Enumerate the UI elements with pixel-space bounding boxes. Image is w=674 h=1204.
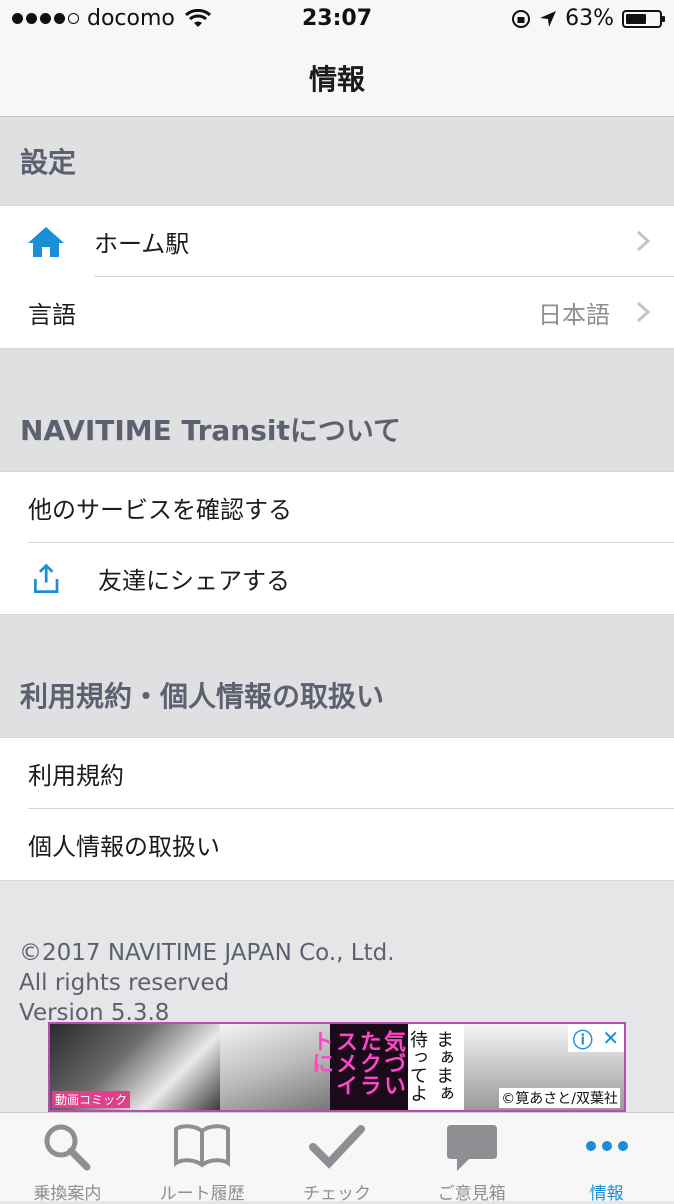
section-header-settings: 設定: [0, 117, 674, 205]
tab-label: 情報: [589, 1184, 624, 1204]
search-icon: [44, 1124, 91, 1171]
ad-close-icon[interactable]: ✕: [602, 1026, 619, 1050]
ad-controls: ⓘ ✕: [568, 1024, 624, 1052]
about-group: 他のサービスを確認する 友達にシェアする: [0, 471, 674, 615]
terms-group: 利用規約 個人情報の取扱い: [0, 737, 674, 881]
settings-list: 設定 ホーム駅 言語 日本語 NAVITIME Transitについて 他のサー…: [0, 117, 674, 881]
tab-label: チェック: [302, 1184, 371, 1204]
ad-headline: 気づいたクラスメイトに: [308, 1024, 408, 1110]
chevron-right-icon: [636, 230, 650, 252]
section-title: 設定: [20, 146, 77, 179]
tab-label: ご意見箱: [437, 1184, 506, 1204]
share-row[interactable]: 友達にシェアする: [0, 543, 674, 614]
language-row[interactable]: 言語 日本語: [0, 277, 674, 348]
location-arrow-icon: [540, 10, 557, 27]
language-label: 言語: [28, 301, 76, 329]
section-title: NAVITIME Transitについて: [20, 414, 402, 447]
chevron-right-icon: [636, 301, 650, 323]
other-services-label: 他のサービスを確認する: [28, 496, 292, 524]
navigation-bar: 情報: [0, 40, 674, 117]
tab-label: ルート履歴: [159, 1184, 245, 1204]
language-value: 日本語: [538, 301, 610, 329]
ad-banner[interactable]: 動画コミック 気づいたクラスメイトに まぁまぁ待ってよ ⓘ ✕ ©筧あさと/双葉…: [48, 1022, 626, 1112]
terms-of-use-label: 利用規約: [28, 762, 124, 790]
status-right: 63%: [511, 6, 665, 31]
battery-percent: 63%: [565, 6, 614, 31]
ad-credit: ©筧あさと/双葉社: [499, 1088, 620, 1108]
rights-text: All rights reserved: [19, 970, 230, 996]
battery-icon: [622, 9, 665, 28]
tab-route-search[interactable]: 乗換案内: [0, 1113, 135, 1204]
share-label: 友達にシェアする: [98, 567, 290, 595]
ad-image-panel: ⓘ ✕ ©筧あさと/双葉社: [464, 1024, 624, 1110]
copyright-text: ©2017 NAVITIME JAPAN Co., Ltd.: [19, 940, 395, 966]
section-header-about: NAVITIME Transitについて: [0, 349, 674, 471]
home-station-label: ホーム駅: [94, 230, 190, 258]
page-title: 情報: [308, 63, 365, 96]
terms-of-use-row[interactable]: 利用規約: [0, 738, 674, 809]
speech-bubble-icon: [446, 1125, 497, 1171]
footer-info: ©2017 NAVITIME JAPAN Co., Ltd. All right…: [19, 938, 395, 1028]
more-icon: [585, 1141, 628, 1151]
orientation-lock-icon: [512, 9, 531, 28]
settings-group: ホーム駅 言語 日本語: [0, 205, 674, 349]
ad-badge: 動画コミック: [52, 1091, 131, 1108]
check-icon: [308, 1125, 365, 1169]
battery-fill: [626, 13, 647, 24]
privacy-row[interactable]: 個人情報の取扱い: [0, 809, 674, 880]
tab-bar: 乗換案内 ルート履歴 チェック ご意見箱 情報: [0, 1112, 674, 1204]
section-title: 利用規約・個人情報の取扱い: [20, 680, 385, 713]
book-icon: [174, 1124, 231, 1168]
ad-image-panel: 動画コミック: [50, 1024, 220, 1110]
home-icon: [28, 227, 64, 257]
tab-route-history[interactable]: ルート履歴: [135, 1113, 270, 1204]
tab-check[interactable]: チェック: [270, 1113, 405, 1204]
ad-speech: まぁまぁ待ってよ: [407, 1024, 464, 1110]
status-bar: docomo 23:07 63%: [0, 0, 674, 40]
section-header-terms: 利用規約・個人情報の取扱い: [0, 615, 674, 737]
tab-label: 乗換案内: [33, 1184, 102, 1204]
privacy-label: 個人情報の取扱い: [28, 833, 220, 861]
ad-info-icon[interactable]: ⓘ: [573, 1024, 593, 1053]
tab-feedback[interactable]: ご意見箱: [404, 1113, 539, 1204]
other-services-row[interactable]: 他のサービスを確認する: [0, 472, 674, 543]
share-icon: [34, 563, 59, 593]
home-station-row[interactable]: ホーム駅: [0, 206, 674, 277]
tab-info[interactable]: 情報: [539, 1113, 674, 1204]
